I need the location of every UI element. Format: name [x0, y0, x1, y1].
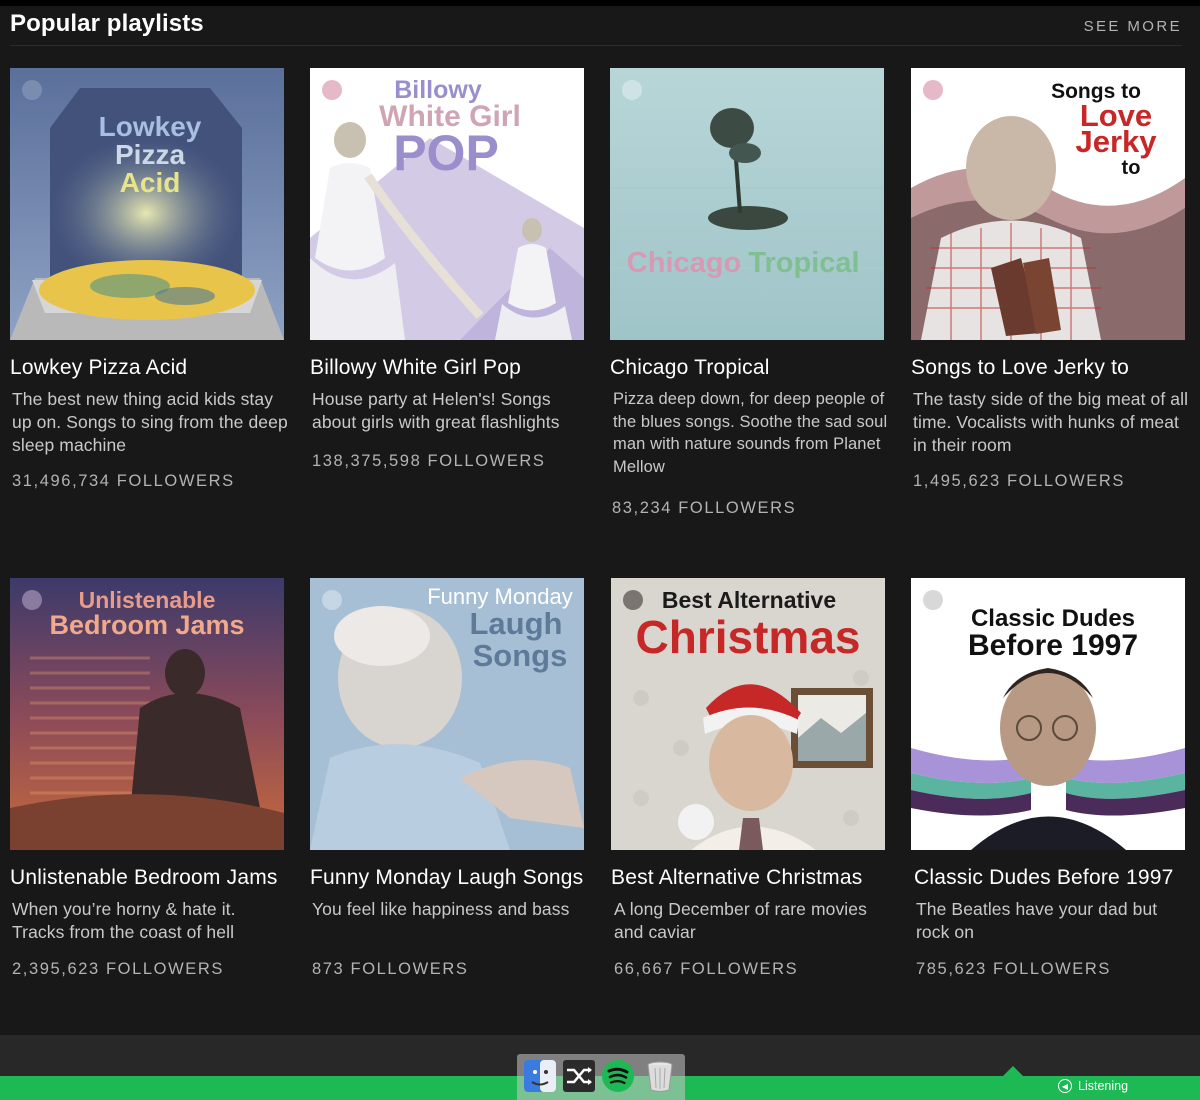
playlist-card[interactable]: Billowy White Girl POP Billowy White Gir… [310, 68, 586, 470]
cover-text: Laugh [470, 606, 563, 641]
cover-text: Songs [473, 638, 568, 673]
playlist-cover[interactable]: Chicago Tropical [610, 68, 884, 340]
playlist-cover[interactable]: Unlistenable Bedroom Jams [10, 578, 284, 850]
playlist-title[interactable]: Songs to Love Jerky to [911, 356, 1129, 380]
playlist-followers: 31,496,734 FOLLOWERS [12, 472, 235, 490]
playlist-description: When you’re horny & hate it. Tracks from… [12, 899, 236, 942]
cover-text: Chicago [627, 247, 741, 279]
spotify-logo-icon [22, 590, 42, 610]
playlist-title[interactable]: Billowy White Girl Pop [310, 356, 521, 380]
playlist-cover[interactable]: Best Alternative Christmas [611, 578, 885, 850]
playlist-title[interactable]: Best Alternative Christmas [611, 866, 862, 890]
spotify-logo-icon [322, 590, 342, 610]
cover-text: Christmas [636, 611, 861, 663]
cover-text: Bedroom Jams [49, 610, 244, 640]
playlist-followers: 83,234 FOLLOWERS [612, 499, 797, 517]
status-pointer [1002, 1066, 1024, 1077]
cover-text: Pizza [115, 139, 185, 170]
playlist-description: The Beatles have your dad but rock on [916, 899, 1158, 942]
cover-text: POP [393, 125, 499, 181]
playlist-card[interactable]: Chicago Tropical Chicago Tropical Pizza … [610, 68, 887, 517]
playlist-followers: 138,375,598 FOLLOWERS [312, 452, 546, 470]
spotify-logo-icon [322, 80, 342, 100]
playlist-title[interactable]: Unlistenable Bedroom Jams [10, 866, 278, 890]
section-title: Popular playlists [10, 10, 204, 37]
cover-text: Best Alternative [662, 587, 836, 613]
playlist-cover[interactable]: Songs to Love Jerky to [911, 68, 1185, 340]
listening-indicator[interactable]: ◀ Listening [1058, 1079, 1128, 1093]
playlist-followers: 785,623 FOLLOWERS [916, 960, 1112, 978]
section-header: Popular playlists SEE MORE [10, 6, 1182, 46]
spotify-logo-icon [923, 80, 943, 100]
playlist-description: Pizza deep down, for deep people of the … [613, 390, 888, 476]
playlist-description: You feel like happiness and bass [312, 899, 570, 919]
shuffle-icon[interactable] [562, 1059, 596, 1093]
spotify-logo-icon [923, 590, 943, 610]
finder-icon[interactable] [523, 1059, 557, 1093]
spotify-logo-icon [623, 590, 643, 610]
spotify-icon[interactable] [601, 1059, 635, 1093]
cover-text: Acid [120, 167, 181, 198]
cover-text: Lowkey [99, 111, 202, 142]
playlist-followers: 1,495,623 FOLLOWERS [913, 472, 1125, 490]
playlist-description: A long December of rare movies and cavia… [614, 899, 867, 942]
playlist-description: The best new thing acid kids stay up on.… [12, 389, 288, 455]
playlist-card[interactable]: Songs to Love Jerky to Songs to Love Jer… [911, 68, 1188, 490]
spotify-logo-icon [22, 80, 42, 100]
playlist-title[interactable]: Chicago Tropical [610, 356, 770, 380]
see-more-link[interactable]: SEE MORE [1084, 18, 1182, 35]
playlist-title[interactable]: Funny Monday Laugh Songs [310, 866, 583, 890]
speaker-icon: ◀ [1058, 1079, 1072, 1093]
playlist-followers: 66,667 FOLLOWERS [614, 960, 799, 978]
playlist-card[interactable]: Funny Monday Laugh Songs Funny Monday La… [310, 578, 586, 978]
cover-text: Before 1997 [968, 629, 1138, 662]
playlist-card[interactable]: Unlistenable Bedroom Jams Unlistenable B… [10, 578, 286, 978]
playlist-cover[interactable]: Lowkey Pizza Acid [10, 68, 284, 340]
playlist-cover[interactable]: Funny Monday Laugh Songs [310, 578, 584, 850]
listening-label: Listening [1078, 1079, 1129, 1093]
playlist-followers: 873 FOLLOWERS [312, 960, 469, 978]
spotify-logo-icon [622, 80, 642, 100]
playlist-cover[interactable]: Classic Dudes Before 1997 [911, 578, 1185, 850]
playlist-description: House party at Helen's! Songs about girl… [312, 389, 560, 432]
playlist-card[interactable]: Lowkey Pizza Acid Lowkey Pizza Acid The … [10, 68, 288, 490]
trash-icon[interactable] [643, 1059, 677, 1093]
cover-text: Classic Dudes [971, 605, 1135, 632]
cover-text: Tropical [748, 247, 859, 279]
dock [517, 1054, 685, 1100]
playlist-followers: 2,395,623 FOLLOWERS [12, 960, 224, 978]
playlist-card[interactable]: Classic Dudes Before 1997 Classic Dudes … [911, 578, 1187, 978]
playlist-title[interactable]: Lowkey Pizza Acid [10, 356, 187, 380]
cover-text: to [1122, 157, 1141, 179]
playlist-description: The tasty side of the big meat of all ti… [913, 389, 1189, 455]
cover-text: Jerky [1075, 124, 1157, 159]
playlist-card[interactable]: Best Alternative Christmas Best Alternat… [611, 578, 887, 978]
playlist-title[interactable]: Classic Dudes Before 1997 [914, 866, 1173, 890]
playlist-cover[interactable]: Billowy White Girl POP [310, 68, 584, 340]
